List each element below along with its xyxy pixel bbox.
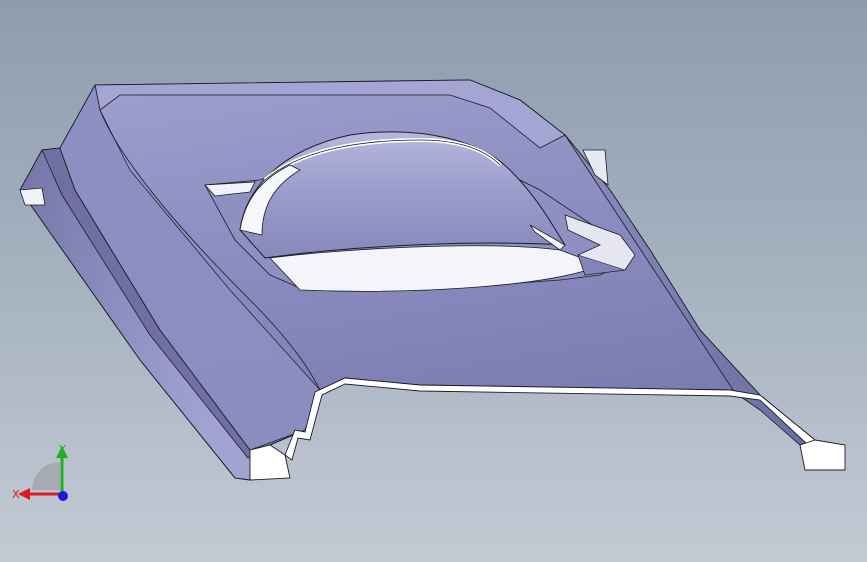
left-flange-end (19, 187, 46, 206)
x-axis-arrowhead (18, 488, 30, 500)
z-axis-dot (58, 491, 68, 501)
section-edge-right-end (799, 439, 846, 471)
section-edge-left-end (249, 444, 291, 481)
graphics-viewport[interactable]: Y X (0, 0, 867, 562)
triad-plane-icon (32, 462, 60, 490)
y-axis-label: Y (58, 443, 66, 456)
x-axis-label: X (12, 488, 20, 501)
axis-triad: Y X (12, 443, 68, 501)
3d-model-part[interactable] (0, 0, 867, 562)
